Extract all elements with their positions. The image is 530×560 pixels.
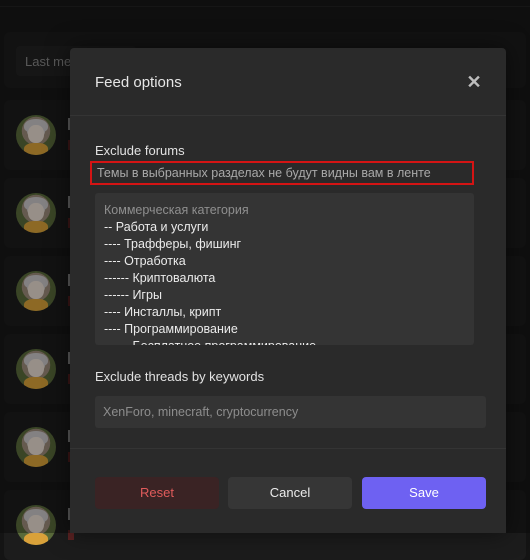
modal-title: Feed options [95,74,182,91]
forum-category: Коммерческая категория [104,203,249,217]
modal-footer: Reset Cancel Save [70,448,506,533]
save-button[interactable]: Save [362,477,486,509]
feed-options-modal: Feed options ✕ Exclude forums Темы в выб… [70,48,506,533]
exclude-forums-label: Exclude forums [95,143,185,158]
forum-option[interactable]: ------ Бесплатное программирование [104,338,465,345]
reset-button[interactable]: Reset [95,477,219,509]
forum-option[interactable]: -- Работа и услуги [104,219,465,236]
exclude-forums-hint: Темы в выбранных разделах не будут видны… [90,161,474,185]
forum-multiselect[interactable]: Коммерческая категория -- Работа и услуги… [95,193,474,345]
forum-option[interactable]: ---- Трафферы, фишинг [104,236,465,253]
exclude-threads-label: Exclude threads by keywords [95,369,265,384]
close-icon[interactable]: ✕ [462,70,486,94]
forum-list-scrollbar[interactable] [474,210,486,345]
forum-option[interactable]: ---- Программирование [104,321,465,338]
modal-header: Feed options ✕ [70,48,506,116]
forum-option[interactable]: ------ Криптовалюта [104,270,465,287]
cancel-button[interactable]: Cancel [228,477,352,509]
forum-option[interactable]: ------ Игры [104,287,465,304]
forum-option[interactable]: ---- Отработка [104,253,465,270]
keywords-input[interactable] [95,396,486,428]
forum-option[interactable]: ---- Инсталлы, крипт [104,304,465,321]
